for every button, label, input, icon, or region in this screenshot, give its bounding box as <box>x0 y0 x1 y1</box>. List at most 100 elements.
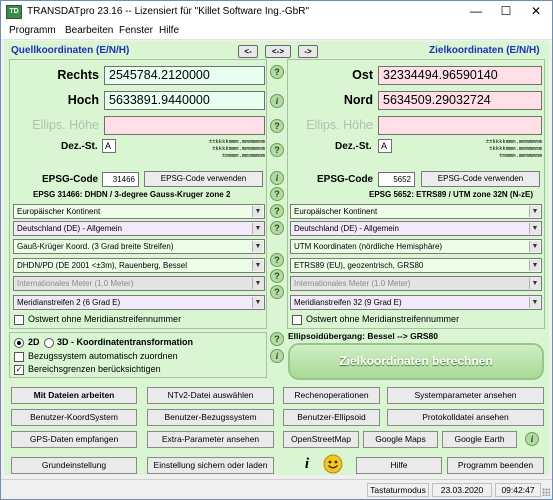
close-button[interactable]: ✕ <box>521 1 551 21</box>
user-datum-button[interactable]: Benutzer-Bezugssystem <box>147 409 274 426</box>
app-window: TD TRANSDATpro 23.16 -- Lizensiert für "… <box>0 0 553 500</box>
info-icon[interactable]: i <box>270 94 284 108</box>
bezug-checkbox[interactable] <box>14 352 24 362</box>
source-dropdown[interactable]: Deutschland (DE) - Allgemein ▼ <box>13 221 265 236</box>
target-x-label: Ost <box>352 68 373 82</box>
source-decimals-input[interactable]: A <box>102 139 116 153</box>
minimize-button[interactable]: — <box>461 1 491 21</box>
status-bar: Tastaturmodus 23.03.2020 09:42:47 <box>1 479 552 499</box>
source-dropdown[interactable]: Meridianstreifen 2 (6 Grad E) ▼ <box>13 295 265 310</box>
title-bar[interactable]: TD TRANSDATpro 23.16 -- Lizensiert für "… <box>1 1 552 23</box>
chevron-down-icon[interactable]: ▼ <box>529 241 540 252</box>
calculate-target-button[interactable]: Zielkoordinaten berechnen <box>288 343 544 380</box>
logfile-button[interactable]: Protokolldatei ansehen <box>387 409 544 426</box>
radio-2d[interactable] <box>14 338 24 348</box>
source-height-input[interactable] <box>104 116 265 135</box>
info-icon[interactable]: i <box>270 349 284 363</box>
files-button[interactable]: Mit Dateien arbeiten <box>11 387 137 404</box>
target-ostwert-checkbox[interactable] <box>292 315 302 325</box>
source-ostwert-checkbox[interactable] <box>14 315 24 325</box>
ntv2-button[interactable]: NTv2-Datei auswählen <box>147 387 274 404</box>
info-icon[interactable]: i <box>270 171 284 185</box>
chevron-down-icon[interactable]: ▼ <box>529 278 540 289</box>
source-decimals-label: Dez.-St. <box>61 141 98 152</box>
save-load-settings-button[interactable]: Einstellung sichern oder laden <box>147 457 274 474</box>
radio-2d-label: 2D <box>28 337 40 347</box>
help-icon[interactable]: ? <box>270 221 284 235</box>
target-epsg-input[interactable]: 5652 <box>378 172 415 187</box>
copy-left-button[interactable]: <- <box>238 45 258 58</box>
help-icon[interactable]: ? <box>270 285 284 299</box>
copy-right-button[interactable]: -> <box>298 45 318 58</box>
system-params-button[interactable]: Systemparameter ansehen <box>387 387 544 404</box>
source-dropdown[interactable]: DHDN/PD (DE 2001 <±3m), Rauenberg, Besse… <box>13 258 265 273</box>
maximize-button[interactable]: ☐ <box>491 1 521 21</box>
help-icon[interactable]: ? <box>270 253 284 267</box>
help-button[interactable]: Hilfe <box>356 457 442 474</box>
target-ostwert-label: Ostwert ohne Meridianstreifennummer <box>306 314 460 324</box>
source-dropdown[interactable]: Europäischer Kontinent ▼ <box>13 204 265 219</box>
chevron-down-icon[interactable]: ▼ <box>252 206 263 217</box>
help-icon[interactable]: ? <box>270 143 284 157</box>
help-icon[interactable]: ? <box>270 65 284 79</box>
menu-fenster[interactable]: Fenster <box>119 25 153 36</box>
target-dropdown[interactable]: Deutschland (DE) - Allgemein ▼ <box>290 221 542 236</box>
menu-programm[interactable]: Programm <box>9 25 56 36</box>
swap-button[interactable]: <-> <box>265 45 291 58</box>
user-ellipsoid-button[interactable]: Benutzer-Ellipsoid <box>283 409 380 426</box>
target-height-input[interactable] <box>378 116 542 135</box>
info-icon[interactable]: i <box>525 432 539 446</box>
user-coord-system-button[interactable]: Benutzer-KoordSystem <box>11 409 137 426</box>
chevron-down-icon[interactable]: ▼ <box>252 278 263 289</box>
operations-button[interactable]: Rechenoperationen <box>283 387 380 404</box>
bezug-label: Bezugssystem automatisch zuordnen <box>28 351 178 361</box>
source-epsg-apply-button[interactable]: EPSG-Code verwenden <box>144 171 263 187</box>
smiley-icon[interactable] <box>323 454 343 474</box>
resize-grip-icon[interactable] <box>542 488 550 496</box>
help-icon[interactable]: ? <box>270 204 284 218</box>
chevron-down-icon[interactable]: ▼ <box>252 260 263 271</box>
target-dropdown[interactable]: Europäischer Kontinent ▼ <box>290 204 542 219</box>
gps-button[interactable]: GPS-Daten empfangen <box>11 431 137 448</box>
menu-bearbeiten[interactable]: Bearbeiten <box>65 25 113 36</box>
chevron-down-icon[interactable]: ▼ <box>529 223 540 234</box>
source-dropdown-value: Internationales Meter (1.0 Meter) <box>17 279 134 288</box>
chevron-down-icon[interactable]: ▼ <box>252 223 263 234</box>
google-earth-button[interactable]: Google Earth <box>442 431 517 448</box>
target-dropdown[interactable]: Internationales Meter (1.0 Meter) ▼ <box>290 276 542 291</box>
source-epsg-input[interactable]: 31466 <box>102 172 139 187</box>
help-icon[interactable]: ? <box>270 119 284 133</box>
target-dropdown[interactable]: UTM Koordinaten (nördliche Hemisphäre) ▼ <box>290 239 542 254</box>
menu-hilfe[interactable]: Hilfe <box>159 25 179 36</box>
chevron-down-icon[interactable]: ▼ <box>252 241 263 252</box>
source-dropdown[interactable]: Internationales Meter (1.0 Meter) ▼ <box>13 276 265 291</box>
radio-3d[interactable] <box>44 338 54 348</box>
chevron-down-icon[interactable]: ▼ <box>529 206 540 217</box>
target-epsg-apply-button[interactable]: EPSG-Code verwenden <box>421 171 540 187</box>
help-icon[interactable]: ? <box>270 269 284 283</box>
chevron-down-icon[interactable]: ▼ <box>529 260 540 271</box>
source-dropdown-value: Gauß-Krüger Koord. (3 Grad breite Streif… <box>17 242 174 251</box>
target-dropdown-value: Europäischer Kontinent <box>294 207 378 216</box>
bereich-checkbox[interactable]: ✓ <box>14 365 24 375</box>
exit-button[interactable]: Programm beenden <box>447 457 544 474</box>
openstreetmap-button[interactable]: OpenStreetMap <box>283 431 359 448</box>
chevron-down-icon[interactable]: ▼ <box>252 297 263 308</box>
target-x-input[interactable]: 32334494.96590140 <box>378 66 542 85</box>
extra-params-button[interactable]: Extra-Parameter ansehen <box>147 431 274 448</box>
google-maps-button[interactable]: Google Maps <box>363 431 438 448</box>
target-decimals-input[interactable]: A <box>378 139 392 153</box>
chevron-down-icon[interactable]: ▼ <box>529 297 540 308</box>
help-icon[interactable]: ? <box>270 187 284 201</box>
basic-settings-button[interactable]: Grundeinstellung <box>11 457 137 474</box>
target-dropdown[interactable]: Meridianstreifen 32 (9 Grad E) ▼ <box>290 295 542 310</box>
help-icon[interactable]: ? <box>270 332 284 346</box>
target-y-input[interactable]: 5634509.29032724 <box>378 91 542 110</box>
source-dropdown[interactable]: Gauß-Krüger Koord. (3 Grad breite Streif… <box>13 239 265 254</box>
target-dropdown-value: Internationales Meter (1.0 Meter) <box>294 279 411 288</box>
source-epsg-label: EPSG-Code <box>42 174 99 185</box>
info-icon[interactable]: i <box>299 456 315 474</box>
source-y-input[interactable]: 5633891.9440000 <box>104 91 265 110</box>
source-x-input[interactable]: 2545784.2120000 <box>104 66 265 85</box>
target-dropdown[interactable]: ETRS89 (EU), geozentrisch, GRS80 ▼ <box>290 258 542 273</box>
